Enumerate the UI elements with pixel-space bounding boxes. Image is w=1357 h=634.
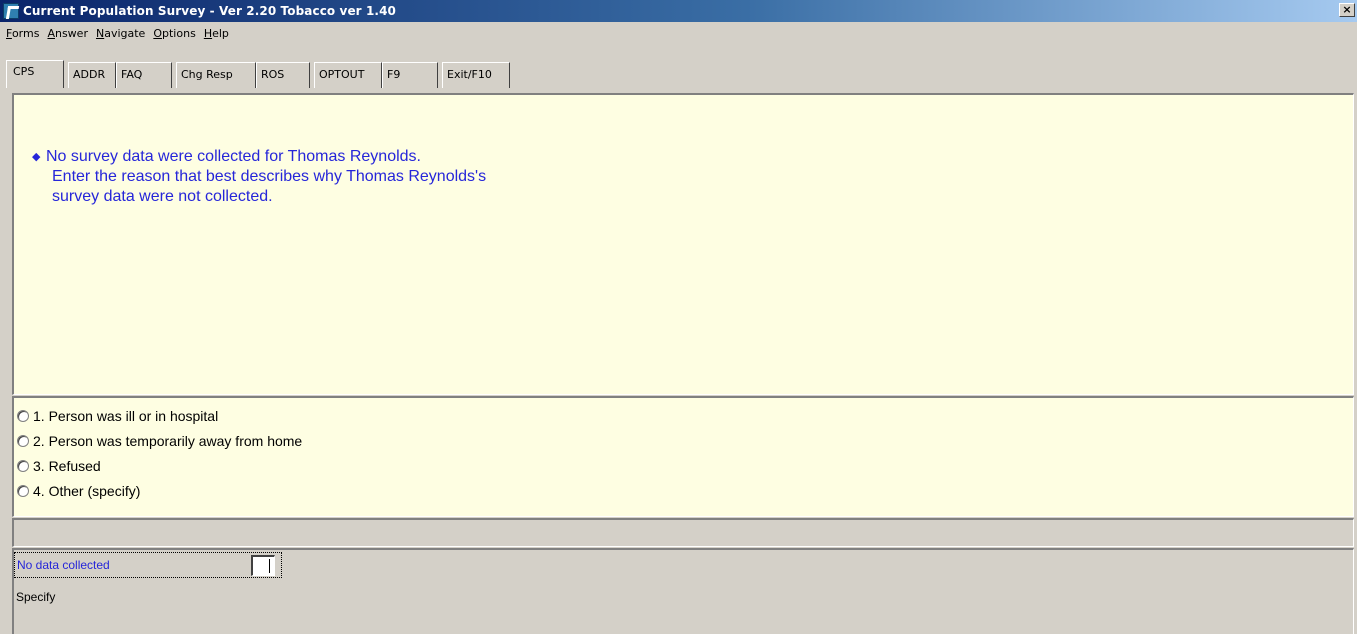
question-text: ◆ No survey data were collected for Thom… xyxy=(32,147,487,207)
menu-options-label: ptions xyxy=(162,26,196,40)
tab-ros[interactable]: ROS xyxy=(256,62,310,88)
question-line-1: No survey data were collected for Thomas… xyxy=(46,148,421,165)
answers-panel: 1. Person was ill or in hospital 2. Pers… xyxy=(12,396,1354,517)
menu-help-accel: H xyxy=(203,26,213,40)
radio-icon[interactable] xyxy=(17,409,29,422)
answer-label: 4. Other (specify) xyxy=(33,482,141,499)
radio-icon[interactable] xyxy=(17,459,29,472)
no-data-collected-label: No data collected xyxy=(17,558,110,572)
menu-help-label: elp xyxy=(212,26,229,40)
answer-label: 1. Person was ill or in hospital xyxy=(33,407,219,424)
menu-forms[interactable]: Forms xyxy=(4,27,45,40)
tab-f9[interactable]: F9 xyxy=(382,62,438,88)
title-bar: Current Population Survey - Ver 2.20 Tob… xyxy=(0,0,1357,22)
menu-answer-label: nswer xyxy=(54,26,88,40)
no-data-collected-input[interactable] xyxy=(251,555,275,576)
answer-option-3[interactable]: 3. Refused xyxy=(14,453,1353,478)
answer-option-2[interactable]: 2. Person was temporarily away from home xyxy=(14,428,1353,453)
answer-option-1[interactable]: 1. Person was ill or in hospital xyxy=(14,403,1353,428)
answer-label: 2. Person was temporarily away from home xyxy=(33,432,303,449)
tab-optout[interactable]: OPTOUT xyxy=(314,62,382,88)
menu-options[interactable]: Options xyxy=(151,27,201,40)
question-panel: ◆ No survey data were collected for Thom… xyxy=(12,93,1354,395)
entry-panel: No data collected Specify xyxy=(12,548,1354,634)
no-data-collected-row: No data collected xyxy=(14,552,282,578)
tab-bar: CPS ADDR FAQ Chg Resp ROS OPTOUT F9 Exit… xyxy=(0,60,1357,88)
radio-icon[interactable] xyxy=(17,434,29,447)
tab-faq[interactable]: FAQ xyxy=(116,62,172,88)
status-strip xyxy=(12,518,1354,547)
radio-icon[interactable] xyxy=(17,484,29,497)
tab-cps[interactable]: CPS xyxy=(6,60,64,88)
close-button[interactable]: × xyxy=(1339,3,1355,17)
question-line-2: Enter the reason that best describes why… xyxy=(52,168,487,185)
menu-navigate[interactable]: Navigate xyxy=(94,27,151,40)
tab-addr[interactable]: ADDR xyxy=(68,62,116,88)
menu-options-accel: O xyxy=(153,26,163,40)
menu-help[interactable]: Help xyxy=(202,27,235,40)
answer-option-4[interactable]: 4. Other (specify) xyxy=(14,478,1353,503)
tab-exit-f10[interactable]: Exit/F10 xyxy=(442,62,510,88)
app-icon xyxy=(3,3,19,19)
question-bullet-icon: ◆ xyxy=(32,151,41,163)
menu-bar: Forms Answer Navigate Options Help xyxy=(0,22,235,44)
menu-forms-label: orms xyxy=(11,26,40,40)
question-line-3: survey data were not collected. xyxy=(52,188,273,205)
tab-chg-resp[interactable]: Chg Resp xyxy=(176,62,256,88)
menu-navigate-accel: N xyxy=(95,26,105,40)
menu-answer[interactable]: Answer xyxy=(45,27,94,40)
left-rail xyxy=(0,90,12,634)
menu-answer-accel: A xyxy=(47,26,55,40)
menu-navigate-label: avigate xyxy=(104,26,146,40)
window-title: Current Population Survey - Ver 2.20 Tob… xyxy=(23,4,396,18)
specify-label: Specify xyxy=(16,590,56,604)
answer-label: 3. Refused xyxy=(33,457,101,474)
